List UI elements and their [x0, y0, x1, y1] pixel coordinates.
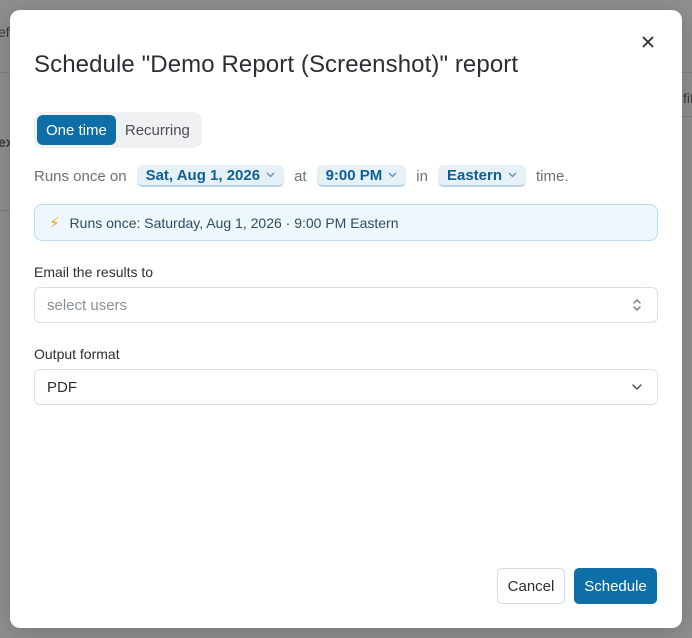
tab-one-time[interactable]: One time	[37, 115, 116, 145]
in-text: in	[416, 167, 428, 185]
run-settings-row: Runs once on Sat, Aug 1, 2026 at 9:00 PM…	[34, 164, 569, 188]
background-text-fragment: fit	[683, 90, 692, 106]
schedule-summary-banner: ⚡ Runs once: Saturday, Aug 1, 2026 · 9:0…	[34, 204, 658, 241]
background-divider	[682, 72, 692, 73]
timezone-value: Eastern	[446, 166, 503, 184]
cancel-button[interactable]: Cancel	[497, 568, 565, 604]
runs-suffix-text: time.	[536, 167, 569, 185]
timezone-picker[interactable]: Eastern	[437, 165, 527, 187]
at-text: at	[294, 167, 307, 185]
close-icon	[642, 36, 654, 48]
lightning-icon: ⚡	[49, 214, 60, 232]
chevron-down-icon	[508, 170, 517, 180]
schedule-mode-toggle: One time Recurring	[34, 112, 202, 148]
output-format-label: Output format	[34, 346, 120, 362]
time-value: 9:00 PM	[325, 166, 383, 184]
chevron-up-down-icon	[633, 299, 641, 311]
time-picker[interactable]: 9:00 PM	[316, 165, 407, 187]
chevron-down-icon	[632, 384, 642, 390]
runs-prefix-text: Runs once on	[34, 167, 127, 185]
date-value: Sat, Aug 1, 2026	[145, 166, 261, 184]
chevron-down-icon	[266, 170, 275, 180]
schedule-summary-text: Runs once: Saturday, Aug 1, 2026 · 9:00 …	[69, 214, 399, 231]
email-label: Email the results to	[34, 264, 154, 280]
background-divider	[0, 72, 10, 73]
background-divider	[0, 210, 10, 211]
email-recipients-input[interactable]	[47, 296, 607, 314]
tab-recurring[interactable]: Recurring	[116, 115, 199, 145]
close-button[interactable]	[638, 32, 658, 52]
modal-title: Schedule "Demo Report (Screenshot)" repo…	[34, 51, 519, 78]
date-picker[interactable]: Sat, Aug 1, 2026	[136, 165, 285, 187]
email-recipients-select[interactable]	[34, 287, 658, 323]
background-divider	[682, 116, 692, 117]
output-format-select[interactable]: PDF	[34, 369, 658, 405]
chevron-down-icon	[388, 170, 397, 180]
schedule-report-modal: Schedule "Demo Report (Screenshot)" repo…	[10, 10, 682, 628]
output-format-value: PDF	[47, 378, 77, 396]
schedule-button[interactable]: Schedule	[574, 568, 657, 604]
